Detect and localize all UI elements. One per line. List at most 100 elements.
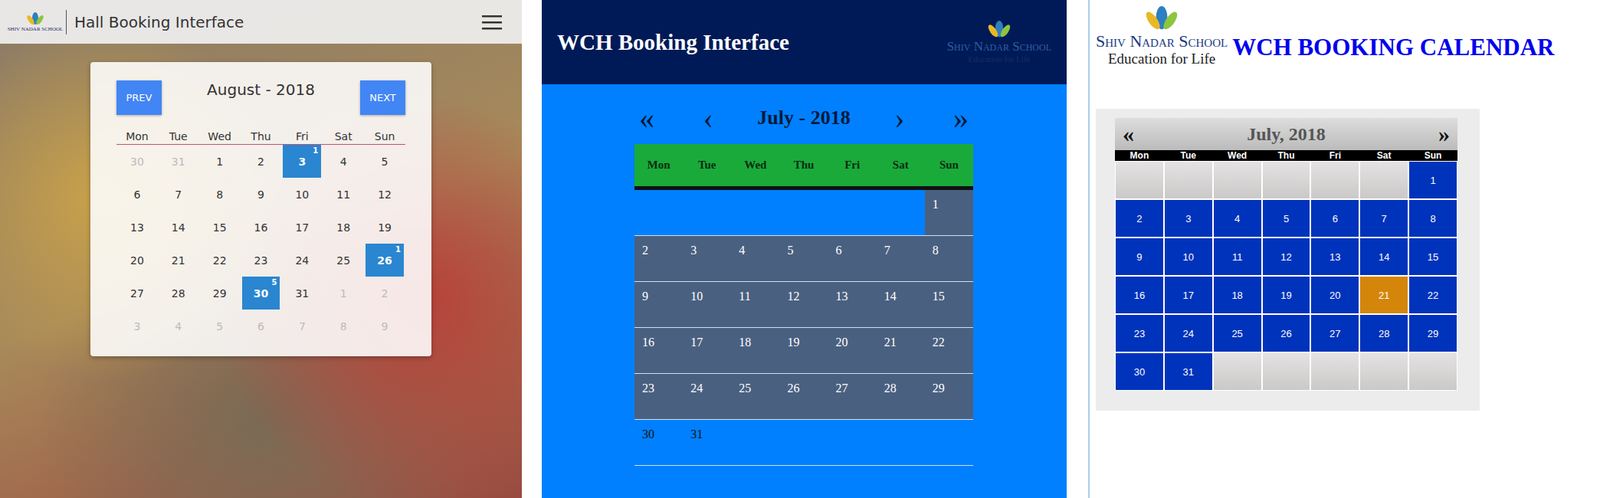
day-cell[interactable] bbox=[1310, 160, 1360, 200]
day-cell[interactable]: 30 5 bbox=[242, 276, 281, 310]
day-cell[interactable] bbox=[682, 190, 732, 236]
day-cell[interactable] bbox=[1408, 352, 1458, 391]
day-cell[interactable] bbox=[779, 419, 828, 466]
day-cell[interactable]: 31 bbox=[157, 144, 200, 178]
day-cell[interactable]: 5 bbox=[1262, 199, 1312, 238]
day-cell[interactable]: 3 1 bbox=[282, 144, 322, 178]
day-cell[interactable]: 8 bbox=[924, 236, 974, 282]
day-cell[interactable]: 10 bbox=[281, 177, 323, 211]
day-cell[interactable]: 4 bbox=[731, 236, 780, 282]
day-cell[interactable]: 5 bbox=[363, 144, 406, 178]
day-cell[interactable]: 8 bbox=[322, 309, 364, 343]
day-cell[interactable]: 14 bbox=[1359, 237, 1409, 276]
day-cell[interactable]: 19 bbox=[1262, 275, 1312, 315]
day-cell[interactable]: 7 bbox=[281, 309, 323, 343]
first-button[interactable]: « bbox=[634, 102, 660, 134]
day-cell[interactable]: 8 bbox=[1408, 199, 1458, 238]
day-cell[interactable]: 31 bbox=[682, 419, 732, 466]
day-cell[interactable]: 2 bbox=[363, 276, 406, 310]
day-cell[interactable]: 21 bbox=[157, 243, 200, 277]
next-button[interactable]: › bbox=[889, 102, 909, 134]
day-cell[interactable]: 20 bbox=[1310, 275, 1360, 315]
day-cell[interactable]: 29 bbox=[924, 373, 974, 420]
day-cell[interactable]: 12 bbox=[1262, 237, 1312, 276]
day-cell[interactable]: 22 bbox=[199, 243, 241, 277]
day-cell[interactable]: 27 bbox=[1310, 314, 1360, 353]
day-cell[interactable]: 16 bbox=[634, 327, 683, 374]
day-cell[interactable]: 2 bbox=[1114, 199, 1164, 238]
day-cell[interactable] bbox=[876, 190, 925, 236]
day-cell[interactable]: 11 bbox=[731, 281, 780, 328]
day-cell[interactable]: 1 bbox=[322, 276, 364, 310]
day-cell[interactable]: 17 bbox=[281, 210, 323, 244]
next-button[interactable]: » bbox=[1438, 121, 1450, 148]
day-cell[interactable]: 26 bbox=[1262, 314, 1312, 353]
day-cell[interactable]: 17 bbox=[1163, 275, 1214, 315]
day-cell[interactable]: 26 1 bbox=[365, 243, 404, 277]
day-cell[interactable]: 24 bbox=[281, 243, 323, 277]
day-cell[interactable]: 15 bbox=[1408, 237, 1458, 276]
prev-button[interactable]: ‹ bbox=[698, 102, 719, 134]
day-cell[interactable]: 19 bbox=[779, 327, 828, 374]
day-cell[interactable]: 28 bbox=[876, 373, 925, 420]
day-cell[interactable]: 9 bbox=[240, 177, 282, 211]
day-cell[interactable]: 2 bbox=[634, 236, 683, 282]
day-cell[interactable]: 13 bbox=[1310, 237, 1360, 276]
day-cell[interactable] bbox=[828, 190, 877, 236]
day-cell[interactable]: 29 bbox=[199, 276, 241, 310]
day-cell[interactable] bbox=[1359, 160, 1409, 200]
day-cell[interactable] bbox=[1262, 352, 1312, 391]
day-cell[interactable]: 6 bbox=[828, 236, 877, 282]
last-button[interactable]: » bbox=[948, 102, 974, 134]
day-cell[interactable]: 27 bbox=[116, 276, 158, 310]
day-cell[interactable]: 1 bbox=[924, 190, 974, 236]
day-cell[interactable]: 31 bbox=[281, 276, 323, 310]
day-cell[interactable]: 6 bbox=[116, 177, 158, 211]
day-cell[interactable]: 9 bbox=[1114, 237, 1164, 276]
day-cell[interactable]: 7 bbox=[157, 177, 200, 211]
day-cell[interactable]: 4 bbox=[1213, 199, 1263, 238]
day-cell[interactable]: 25 bbox=[1213, 314, 1263, 353]
day-cell[interactable]: 28 bbox=[1359, 314, 1409, 353]
day-cell[interactable]: 21 bbox=[876, 327, 925, 374]
day-cell[interactable]: 7 bbox=[876, 236, 925, 282]
day-cell[interactable]: 9 bbox=[363, 309, 406, 343]
day-cell[interactable]: 6 bbox=[1310, 199, 1360, 238]
day-cell[interactable]: 3 bbox=[116, 309, 158, 343]
day-cell[interactable]: 14 bbox=[876, 281, 925, 328]
day-cell[interactable]: 6 bbox=[240, 309, 282, 343]
day-cell[interactable]: 25 bbox=[731, 373, 780, 420]
day-cell[interactable]: 26 bbox=[779, 373, 828, 420]
day-cell[interactable]: 15 bbox=[924, 281, 974, 328]
day-cell[interactable]: 14 bbox=[157, 210, 200, 244]
day-cell[interactable]: 13 bbox=[116, 210, 158, 244]
day-cell[interactable]: 15 bbox=[199, 210, 241, 244]
day-cell[interactable]: 18 bbox=[322, 210, 364, 244]
day-cell[interactable] bbox=[828, 419, 877, 466]
day-cell[interactable] bbox=[731, 419, 780, 466]
day-cell[interactable]: 30 bbox=[116, 144, 158, 178]
day-cell[interactable]: 12 bbox=[779, 281, 828, 328]
day-cell[interactable]: 24 bbox=[682, 373, 732, 420]
day-cell[interactable]: 10 bbox=[1163, 237, 1214, 276]
day-cell[interactable]: 30 bbox=[634, 419, 683, 466]
day-cell[interactable]: 17 bbox=[682, 327, 732, 374]
day-cell[interactable]: 11 bbox=[1213, 237, 1263, 276]
day-cell[interactable]: 3 bbox=[1163, 199, 1214, 238]
day-cell[interactable]: 19 bbox=[363, 210, 406, 244]
day-cell[interactable]: 21 bbox=[1359, 275, 1409, 315]
day-cell[interactable]: 23 bbox=[240, 243, 282, 277]
prev-button[interactable]: PREV bbox=[116, 80, 162, 115]
day-cell[interactable]: 16 bbox=[1114, 275, 1164, 315]
day-cell[interactable]: 3 bbox=[682, 236, 732, 282]
day-cell[interactable]: 29 bbox=[1408, 314, 1458, 353]
day-cell[interactable] bbox=[876, 419, 925, 466]
day-cell[interactable]: 18 bbox=[731, 327, 780, 374]
day-cell[interactable]: 20 bbox=[828, 327, 877, 374]
day-cell[interactable]: 9 bbox=[634, 281, 683, 328]
day-cell[interactable]: 31 bbox=[1163, 352, 1214, 391]
day-cell[interactable]: 25 bbox=[322, 243, 364, 277]
day-cell[interactable] bbox=[779, 190, 828, 236]
next-button[interactable]: NEXT bbox=[360, 80, 406, 115]
day-cell[interactable]: 4 bbox=[157, 309, 200, 343]
